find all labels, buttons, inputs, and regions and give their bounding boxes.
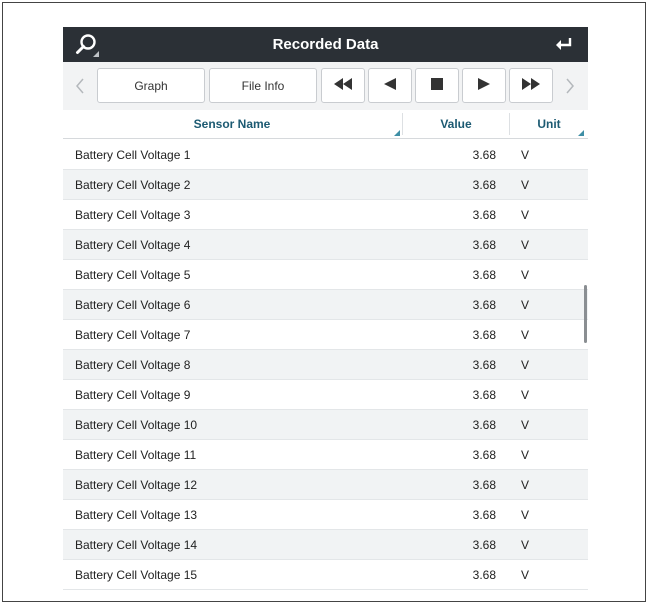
unit-cell: V <box>521 568 530 582</box>
page-title: Recorded Data <box>272 36 379 53</box>
table-row[interactable]: Battery Cell Voltage 2 3.68 V <box>63 170 588 200</box>
sensor-name-cell: Battery Cell Voltage 4 <box>75 238 191 252</box>
sensor-name-cell: Battery Cell Voltage 8 <box>75 358 191 372</box>
value-cell: 3.68 <box>472 538 496 552</box>
table-row[interactable]: Battery Cell Voltage 8 3.68 V <box>63 350 588 380</box>
sensor-name-cell: Battery Cell Voltage 5 <box>75 268 191 282</box>
sensor-name-cell: Battery Cell Voltage 7 <box>75 328 191 342</box>
table-row[interactable]: Battery Cell Voltage 1 3.68 V <box>63 140 588 170</box>
unit-cell: V <box>521 208 530 222</box>
value-cell: 3.68 <box>472 148 496 162</box>
value-cell: 3.68 <box>472 448 496 462</box>
column-header-sensor-name[interactable]: Sensor Name <box>63 110 401 138</box>
value-cell: 3.68 <box>472 208 496 222</box>
value-cell: 3.68 <box>472 328 496 342</box>
step-back-button[interactable] <box>368 68 412 103</box>
fast-forward-icon <box>521 78 541 93</box>
sensor-name-cell: Battery Cell Voltage 10 <box>75 418 198 432</box>
column-header-value[interactable]: Value <box>403 110 509 138</box>
file-info-button[interactable]: File Info <box>209 68 317 103</box>
value-cell: 3.68 <box>472 178 496 192</box>
unit-cell: V <box>521 418 530 432</box>
table-row[interactable]: Battery Cell Voltage 14 3.68 V <box>63 530 588 560</box>
table-row[interactable]: Battery Cell Voltage 13 3.68 V <box>63 500 588 530</box>
unit-cell: V <box>521 238 530 252</box>
sensor-name-cell: Battery Cell Voltage 6 <box>75 298 191 312</box>
value-cell: 3.68 <box>472 358 496 372</box>
table-row[interactable]: Battery Cell Voltage 4 3.68 V <box>63 230 588 260</box>
table-row[interactable]: Battery Cell Voltage 10 3.68 V <box>63 410 588 440</box>
table-row[interactable]: Battery Cell Voltage 15 3.68 V <box>63 560 588 590</box>
table-row[interactable]: Battery Cell Voltage 12 3.68 V <box>63 470 588 500</box>
value-cell: 3.68 <box>472 568 496 582</box>
scrollbar[interactable] <box>584 285 587 343</box>
table-row[interactable]: Battery Cell Voltage 5 3.68 V <box>63 260 588 290</box>
unit-cell: V <box>521 358 530 372</box>
rewind-icon <box>333 78 353 93</box>
unit-cell: V <box>521 328 530 342</box>
unit-cell: V <box>521 268 530 282</box>
sort-marker-icon <box>578 130 584 136</box>
play-button[interactable] <box>462 68 506 103</box>
sensor-name-cell: Battery Cell Voltage 11 <box>75 448 197 462</box>
table-row[interactable]: Battery Cell Voltage 6 3.68 V <box>63 290 588 320</box>
value-cell: 3.68 <box>472 238 496 252</box>
sensor-name-cell: Battery Cell Voltage 12 <box>75 478 198 492</box>
recorded-data-screen: Recorded Data Graph File Info Sensor Nam… <box>63 27 588 597</box>
table-row[interactable]: Battery Cell Voltage 11 3.68 V <box>63 440 588 470</box>
value-cell: 3.68 <box>472 418 496 432</box>
value-cell: 3.68 <box>472 478 496 492</box>
value-cell: 3.68 <box>472 388 496 402</box>
sensor-name-cell: Battery Cell Voltage 13 <box>75 508 198 522</box>
stop-button[interactable] <box>415 68 459 103</box>
sensor-name-cell: Battery Cell Voltage 3 <box>75 208 191 222</box>
fast-forward-button[interactable] <box>509 68 553 103</box>
table-row[interactable]: Battery Cell Voltage 9 3.68 V <box>63 380 588 410</box>
play-icon <box>477 78 491 93</box>
unit-cell: V <box>521 478 530 492</box>
unit-cell: V <box>521 148 530 162</box>
sensor-name-cell: Battery Cell Voltage 9 <box>75 388 191 402</box>
chevron-left-icon[interactable] <box>69 68 91 103</box>
table-row[interactable]: Battery Cell Voltage 3 3.68 V <box>63 200 588 230</box>
unit-cell: V <box>521 178 530 192</box>
column-header-unit[interactable]: Unit <box>510 110 588 138</box>
rewind-button[interactable] <box>321 68 365 103</box>
unit-cell: V <box>521 508 530 522</box>
stop-icon <box>431 78 443 93</box>
unit-cell: V <box>521 388 530 402</box>
value-cell: 3.68 <box>472 508 496 522</box>
unit-cell: V <box>521 448 530 462</box>
return-arrow-icon[interactable] <box>542 27 586 62</box>
step-back-icon <box>383 78 397 93</box>
title-bar: Recorded Data <box>63 27 588 62</box>
chevron-right-icon[interactable] <box>559 68 581 103</box>
sensor-name-cell: Battery Cell Voltage 15 <box>75 568 198 582</box>
unit-cell: V <box>521 538 530 552</box>
value-cell: 3.68 <box>472 268 496 282</box>
sensor-name-cell: Battery Cell Voltage 1 <box>75 148 191 162</box>
table-row[interactable]: Battery Cell Voltage 7 3.68 V <box>63 320 588 350</box>
sensor-name-cell: Battery Cell Voltage 14 <box>75 538 198 552</box>
unit-cell: V <box>521 298 530 312</box>
graph-button[interactable]: Graph <box>97 68 205 103</box>
sensor-name-cell: Battery Cell Voltage 2 <box>75 178 191 192</box>
value-cell: 3.68 <box>472 298 496 312</box>
sensor-list: Battery Cell Voltage 1 3.68 V Battery Cell … <box>63 140 588 590</box>
table-header: Sensor Name Value Unit <box>63 110 588 139</box>
sort-marker-icon <box>394 130 400 136</box>
